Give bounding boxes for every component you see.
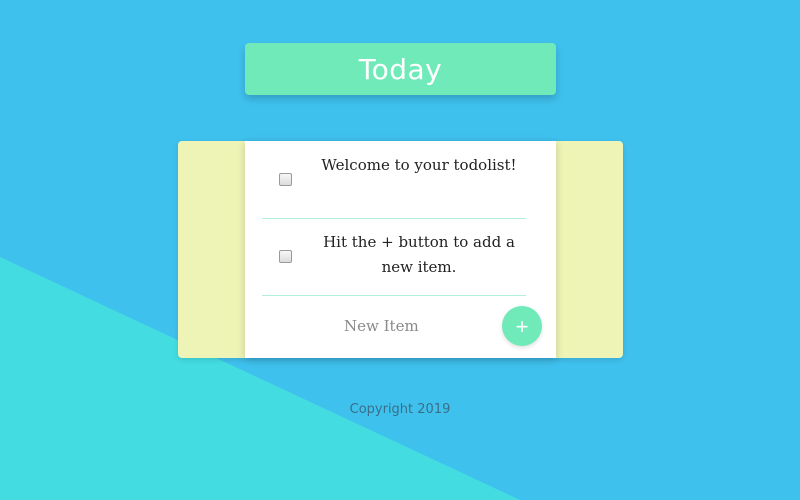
list-item: Hit the + button to add a new item. [262, 218, 526, 296]
item-label: Welcome to your todolist! [321, 156, 517, 174]
page-title: Today [358, 52, 443, 86]
new-item-input[interactable] [262, 306, 482, 346]
item-label: Hit the + button to add a new item. [323, 233, 515, 276]
copyright-text: Copyright 2019 [349, 402, 451, 417]
title-banner: Today [245, 43, 556, 95]
add-item-button[interactable]: + [502, 306, 542, 346]
item-checkbox[interactable] [279, 250, 292, 263]
item-checkbox[interactable] [279, 173, 292, 186]
todo-list: Welcome to your todolist! Hit the + butt… [245, 141, 556, 358]
plus-icon: + [515, 314, 529, 339]
list-item: Welcome to your todolist! [262, 141, 526, 219]
